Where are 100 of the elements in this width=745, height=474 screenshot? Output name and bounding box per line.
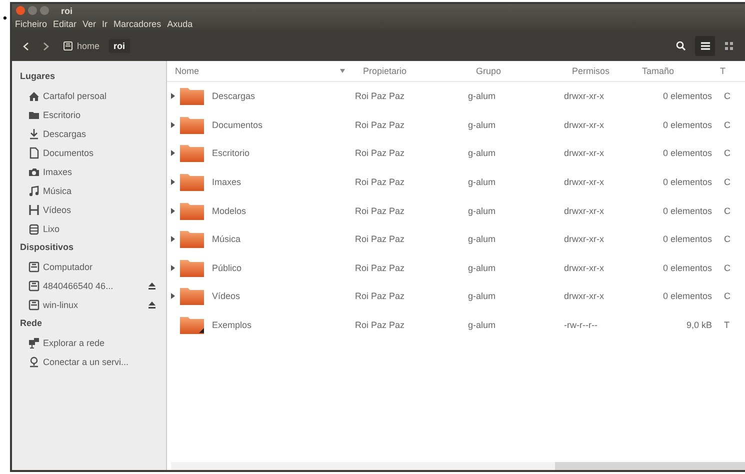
- expander-icon[interactable]: [170, 208, 176, 214]
- expander-icon[interactable]: [170, 93, 176, 100]
- table-cell-text: drwxr-xr-x: [564, 233, 605, 246]
- table-cell-text: 0 elementos: [662, 204, 712, 218]
- folder-icon: [179, 114, 205, 135]
- sidebar-item[interactable]: Escritorio: [12, 105, 166, 124]
- file-name[interactable]: Descargas: [212, 91, 256, 102]
- table-cell-text: g-alum: [468, 147, 497, 160]
- table-cell-text: C: [723, 90, 732, 104]
- folder-icon: [179, 200, 205, 221]
- column-header[interactable]: Propietario: [355, 61, 468, 82]
- expander-icon[interactable]: [170, 122, 176, 128]
- eject-icon[interactable]: [148, 282, 156, 290]
- file-name[interactable]: Vídeos: [212, 291, 240, 302]
- folder-icon: [179, 143, 205, 164]
- expander-icon[interactable]: [170, 264, 176, 271]
- eject-icon[interactable]: [148, 300, 156, 308]
- table-cell-text: 0 elementos: [662, 290, 712, 304]
- table-cell-text: C: [723, 262, 732, 275]
- path-button[interactable]: roi: [108, 39, 130, 53]
- column-header[interactable]: Permisos: [564, 61, 634, 82]
- table-cell-text: Roi Paz Paz: [355, 147, 406, 160]
- table-cell-text: 0 elementos: [662, 176, 712, 190]
- sidebar-item[interactable]: Imaxes: [12, 162, 166, 181]
- table-cell-text: Roi Paz Paz: [355, 290, 406, 304]
- network-icon: [28, 336, 40, 348]
- column-header[interactable]: Grupo: [468, 61, 564, 82]
- expander-icon[interactable]: [170, 293, 176, 300]
- list-view-button[interactable]: [695, 36, 715, 56]
- chevron-right-icon: [43, 42, 49, 50]
- table-cell-text: 0 elementos: [662, 233, 712, 246]
- expander-icon[interactable]: [170, 236, 176, 242]
- menu-item[interactable]: Editar: [53, 19, 77, 29]
- bullet: •: [2, 10, 8, 27]
- column-header[interactable]: Tamaño: [634, 61, 712, 82]
- sidebar-item[interactable]: Descargas: [12, 124, 166, 143]
- sidebar-item[interactable]: win-linux: [12, 295, 166, 314]
- menu-item[interactable]: Marcadores: [114, 19, 162, 29]
- sidebar-item[interactable]: Lixo: [12, 219, 166, 238]
- table-cell-text: 0 elementos: [662, 118, 712, 132]
- sidebar-item[interactable]: Vídeos: [12, 200, 166, 219]
- menu-item[interactable]: Ficheiro: [15, 19, 48, 29]
- table-cell-text: Roi Paz Paz: [355, 262, 406, 275]
- window-title: roi: [61, 6, 73, 16]
- table-cell-text: drwxr-xr-x: [564, 118, 605, 132]
- folder-icon: [179, 172, 205, 192]
- menu-item[interactable]: Axuda: [167, 19, 193, 29]
- file-name[interactable]: Público: [212, 262, 242, 273]
- table-cell-text: C: [723, 290, 732, 304]
- sidebar-item[interactable]: Música: [12, 181, 166, 200]
- sidebar-item[interactable]: Documentos: [12, 143, 166, 162]
- sidebar-item[interactable]: Explorar a rede: [12, 333, 166, 352]
- sidebar-heading: Lugares: [19, 70, 56, 83]
- file-name[interactable]: Modelos: [212, 206, 246, 216]
- folder-icon: [179, 258, 205, 278]
- table-cell-text: g-alum: [468, 90, 497, 104]
- file-name[interactable]: Documentos: [212, 120, 263, 130]
- column-header[interactable]: T: [712, 61, 745, 82]
- menu-item[interactable]: Ir: [102, 19, 108, 29]
- file-name[interactable]: Exemplos: [212, 320, 252, 330]
- menu-item[interactable]: Ver: [82, 19, 96, 29]
- table-cell-text: drwxr-xr-x: [564, 290, 605, 304]
- film-icon: [28, 204, 40, 216]
- horizontal-scrollbar[interactable]: [171, 462, 745, 470]
- file-name[interactable]: Escritorio: [212, 148, 250, 158]
- document-icon: [28, 146, 40, 158]
- search-icon: [676, 41, 686, 51]
- sidebar-item[interactable]: Computador: [12, 257, 166, 276]
- folder-icon: [179, 86, 205, 106]
- table-cell-text: C: [723, 176, 732, 190]
- table-cell-text: drwxr-xr-x: [564, 204, 605, 218]
- table-cell-text: Roi Paz Paz: [355, 90, 406, 104]
- sidebar-item[interactable]: Conectar a un servi...: [12, 352, 166, 371]
- path-button[interactable]: home: [58, 39, 105, 53]
- folder-icon: [179, 229, 205, 250]
- expander-icon[interactable]: [170, 150, 176, 156]
- table-cell-text: g-alum: [468, 233, 497, 246]
- table-cell-text: 0 elementos: [662, 147, 712, 160]
- sidebar-item[interactable]: Cartafol persoal: [12, 86, 166, 105]
- list-icon: [700, 42, 710, 50]
- table-cell-text: g-alum: [468, 118, 497, 132]
- sidebar-item[interactable]: 4840466540 46...: [12, 276, 166, 295]
- expander-icon[interactable]: [170, 179, 176, 186]
- drive-icon: [28, 260, 40, 272]
- download-icon: [28, 128, 40, 140]
- sidebar-heading: Rede: [19, 317, 44, 330]
- column-header[interactable]: Nome: [167, 61, 355, 82]
- table-cell-text: Roi Paz Paz: [355, 319, 406, 332]
- table-cell-text: g-alum: [468, 176, 497, 190]
- table-cell-text: -rw-r--r--: [564, 319, 598, 332]
- table-cell-text: Roi Paz Paz: [355, 176, 406, 190]
- table-cell-text: g-alum: [468, 204, 497, 218]
- table-cell-text: C: [723, 147, 732, 160]
- file-name[interactable]: Imaxes: [212, 177, 242, 188]
- table-cell-text: 9,0 kB: [685, 319, 712, 332]
- table-cell-text: Roi Paz Paz: [355, 204, 406, 218]
- file-name[interactable]: Música: [212, 234, 241, 244]
- chevron-left-icon: [23, 42, 29, 50]
- drive-icon: [63, 41, 73, 51]
- table-cell-text: C: [723, 118, 732, 132]
